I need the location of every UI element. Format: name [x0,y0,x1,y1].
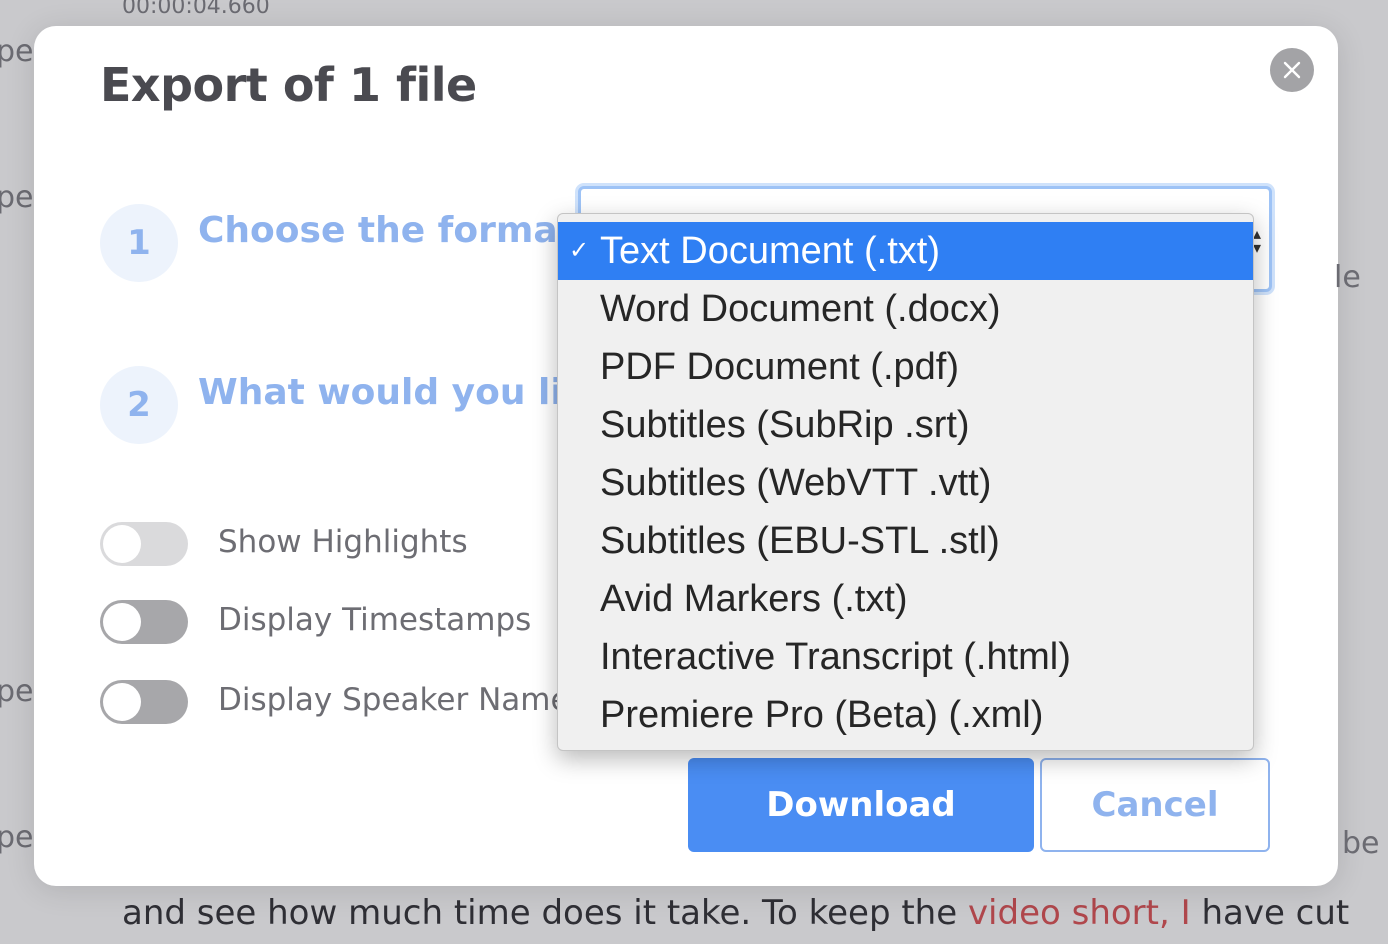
step-number-2: 2 [100,366,178,444]
display-speaker-names-label: Display Speaker Names [218,682,586,718]
background-fragment: le [1334,260,1361,295]
toggle-knob [103,525,141,563]
display-timestamps-toggle[interactable] [100,600,188,644]
show-highlights-label: Show Highlights [218,524,468,560]
format-option-txt[interactable]: ✓ Text Document (.txt) [558,222,1253,280]
format-option-pdf[interactable]: PDF Document (.pdf) [558,338,1253,396]
step-number-1: 1 [100,204,178,282]
format-option-stl[interactable]: Subtitles (EBU-STL .stl) [558,512,1253,570]
format-option-avid[interactable]: Avid Markers (.txt) [558,570,1253,628]
step-label-options: What would you lik [198,372,587,413]
select-arrows-icon: ▴ ▾ [1252,224,1261,257]
toggle-knob [103,683,141,721]
background-transcript-line: and see how much time does it take. To k… [122,893,1350,933]
format-option-xml[interactable]: Premiere Pro (Beta) (.xml) [558,686,1253,744]
background-fragment: be [1342,826,1380,861]
format-option-docx[interactable]: Word Document (.docx) [558,280,1253,338]
display-speaker-names-toggle[interactable] [100,680,188,724]
close-icon [1283,61,1301,79]
cancel-button[interactable]: Cancel [1040,758,1270,852]
close-button[interactable] [1270,48,1314,92]
format-option-srt[interactable]: Subtitles (SubRip .srt) [558,396,1253,454]
format-option-vtt[interactable]: Subtitles (WebVTT .vtt) [558,454,1253,512]
toggle-knob [103,603,141,641]
format-dropdown-list: ✓ Text Document (.txt) Word Document (.d… [557,213,1254,751]
step-label-choose-format: Choose the format [198,210,575,251]
display-timestamps-label: Display Timestamps [218,602,532,638]
modal-title: Export of 1 file [100,58,477,112]
show-highlights-toggle[interactable] [100,522,188,566]
checkmark-icon: ✓ [569,237,590,264]
format-option-html[interactable]: Interactive Transcript (.html) [558,628,1253,686]
download-button[interactable]: Download [688,758,1034,852]
background-timestamp: 00:00:04.660 [122,0,270,19]
highlighted-text: video short, I [967,893,1191,933]
